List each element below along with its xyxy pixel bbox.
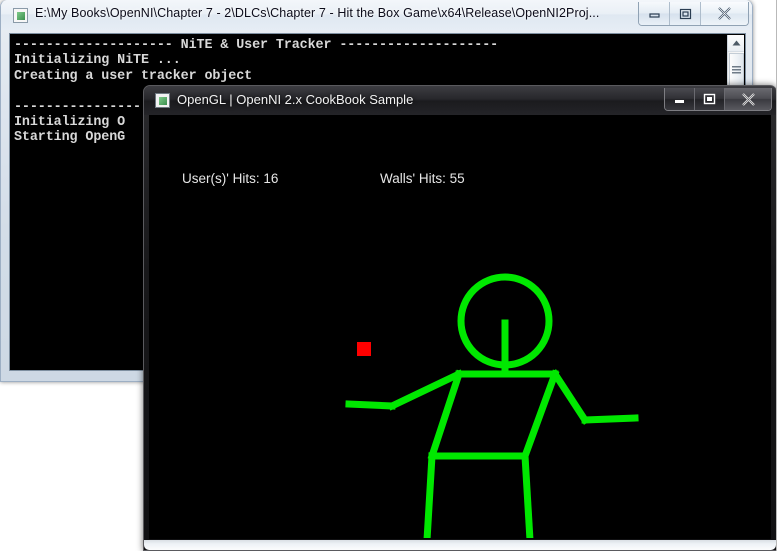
- scroll-up-arrow-icon[interactable]: [728, 35, 744, 52]
- target-box: [357, 342, 371, 356]
- opengl-titlebar[interactable]: OpenGL | OpenNI 2.x CookBook Sample: [144, 86, 776, 115]
- opengl-window-bottom-border: [144, 540, 776, 550]
- opengl-app-icon: [155, 93, 170, 108]
- screen-root: E:\My Books\OpenNI\Chapter 7 - 2\DLCs\Ch…: [0, 0, 777, 551]
- console-titlebar[interactable]: E:\My Books\OpenNI\Chapter 7 - 2\DLCs\Ch…: [1, 0, 752, 30]
- opengl-minimize-button[interactable]: [665, 88, 694, 110]
- console-app-icon: [13, 8, 28, 23]
- opengl-window[interactable]: OpenGL | OpenNI 2.x CookBook Sample User…: [143, 85, 776, 551]
- opengl-caption-buttons: [664, 88, 772, 111]
- console-window-title: E:\My Books\OpenNI\Chapter 7 - 2\DLCs\Ch…: [35, 6, 600, 20]
- console-close-button[interactable]: [700, 2, 748, 25]
- console-caption-buttons: [638, 2, 749, 26]
- opengl-maximize-button[interactable]: [694, 88, 724, 110]
- opengl-render-canvas[interactable]: User(s)' Hits: 16 Walls' Hits: 55: [149, 115, 771, 539]
- opengl-window-title: OpenGL | OpenNI 2.x CookBook Sample: [177, 92, 414, 107]
- console-app-icon-glyph: [16, 11, 25, 20]
- opengl-close-button[interactable]: [724, 88, 771, 110]
- skeleton-drawing: [345, 273, 639, 538]
- console-minimize-button[interactable]: [639, 2, 669, 25]
- scrollbar-grip-icon: [732, 65, 741, 75]
- opengl-app-icon-glyph: [158, 96, 167, 105]
- console-maximize-button[interactable]: [669, 2, 700, 25]
- console-scrollbar-thumb[interactable]: [729, 53, 744, 87]
